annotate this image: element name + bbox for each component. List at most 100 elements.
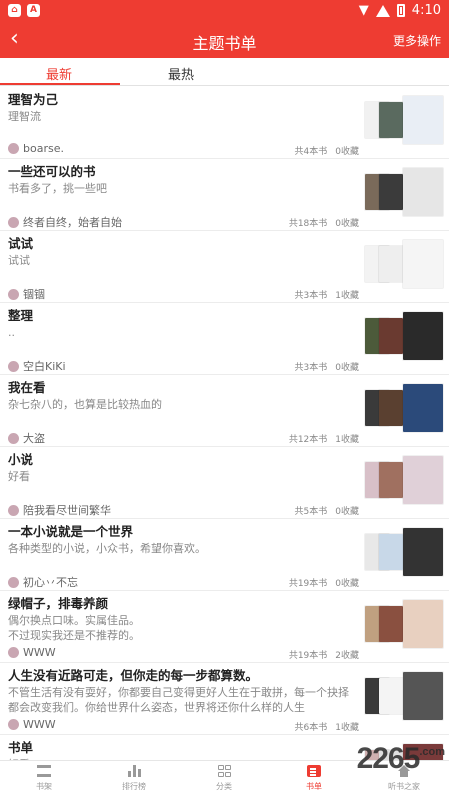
booklist-item[interactable]: 绿帽子，排毒养颜偶尔换点口味。实属佳品。 不过现实我还是不推荐的。 WWW 共19本…: [0, 591, 449, 663]
book-cover: [403, 600, 443, 648]
author-name: 初心丷不忘: [23, 576, 78, 589]
notification-icon: ⌂: [8, 4, 21, 17]
booklist-author[interactable]: 锢锢: [8, 286, 45, 302]
book-count: 共19本书: [288, 651, 328, 661]
booklist-item[interactable]: 人生没有近路可走，但你走的每一步都算数。不管生活有没有耍好，你都要自己变得更好人…: [0, 663, 449, 735]
booklist-item[interactable]: 整理.. 空白KiKi 共3本书 0收藏: [0, 303, 449, 375]
booklist-author[interactable]: 初心丷不忘: [8, 574, 78, 590]
booklist-description: 试试: [8, 254, 30, 267]
booklist-description: 不管生活有没有耍好，你都要自己变得更好人生在于敢拼，每一个抉择都会改变我们。你给…: [8, 686, 349, 714]
booklist-item[interactable]: 小说好看陪我看尽世间繁华 共5本书 0收藏: [0, 447, 449, 519]
booklist-item[interactable]: 一本小说就是一个世界 各种类型的小说，小众书，希望你喜欢。 初心丷不忘 共19本书 0收…: [0, 519, 449, 591]
more-actions-button[interactable]: 更多操作: [393, 32, 441, 49]
booklist-meta: 共18本书 0收藏: [289, 216, 359, 229]
booklist-title: 小说: [8, 452, 34, 467]
book-count: 共3本书: [294, 363, 328, 373]
booklist-description: 偶尔换点口味。实属佳品。 不过现实我还是不推荐的。: [8, 614, 140, 642]
grid-icon: [217, 765, 231, 777]
watermark-text: 2265: [356, 742, 421, 775]
nav-label: 书架: [36, 782, 52, 791]
book-cover: [379, 318, 403, 354]
watermark-suffix: .com: [419, 746, 445, 758]
booklist-author[interactable]: 陪我看尽世间繁华: [8, 502, 111, 518]
book-count: 共3本书: [294, 291, 328, 301]
status-right: ▼ 4:10: [359, 3, 441, 18]
favorite-count: 0收藏: [335, 363, 359, 373]
wifi-icon: ▼: [358, 3, 369, 18]
booklist-item[interactable]: 一些还可以的书 书看多了，挑一些吧终者自终，始者自始 共18本书 0收藏: [0, 159, 449, 231]
booklist-title: 试试: [8, 236, 34, 251]
book-count: 共18本书: [288, 219, 328, 229]
status-time: 4:10: [411, 3, 441, 18]
booklist-title: 一些还可以的书: [8, 164, 96, 179]
book-cover: [379, 174, 403, 210]
book-cover: [403, 672, 443, 720]
booklist-item[interactable]: 试试 试试 锢锢 共3本书 1收藏: [0, 231, 449, 303]
booklist-meta: 共5本书 0收藏: [295, 504, 359, 517]
nav-booklist[interactable]: 书单: [284, 765, 344, 792]
avatar: [8, 143, 19, 154]
booklist-author[interactable]: boarse.: [8, 142, 64, 155]
nav-rankings[interactable]: 排行榜: [104, 765, 164, 792]
book-count: 共12本书: [288, 435, 328, 445]
tab-hottest[interactable]: 最热: [168, 64, 194, 83]
signal-icon: [375, 4, 390, 17]
book-count: 共5本书: [294, 507, 328, 517]
booklist-title: 我在看: [8, 380, 46, 395]
booklist-author[interactable]: WWW: [8, 718, 56, 731]
booklist-item[interactable]: 我在看杂七杂八的，也算是比较热血的大盗 共12本书 1收藏: [0, 375, 449, 447]
avatar: [8, 360, 19, 372]
booklist-description: 各种类型的小说，小众书，希望你喜欢。: [8, 542, 206, 555]
battery-icon: [396, 4, 405, 17]
booklist-title: 整理: [8, 308, 34, 323]
avatar: [8, 504, 19, 516]
chart-bars-icon: [127, 765, 141, 777]
booklist-meta: 共6本书 1收藏: [295, 720, 359, 733]
booklist-title: 人生没有近路可走，但你走的每一步都算数。: [8, 668, 259, 683]
nav-bookshelf[interactable]: 书架: [14, 765, 74, 792]
status-left-icons: ⌂ A: [8, 4, 40, 17]
favorite-count: 0收藏: [335, 579, 359, 589]
favorite-count: 1收藏: [335, 723, 359, 733]
booklist-meta: 共4本书 0收藏: [295, 144, 359, 157]
page-title: 主题书单: [192, 34, 257, 53]
booklist-description: 书看多了，挑一些吧: [8, 182, 107, 195]
book-cover: [379, 462, 403, 498]
book-cover: [403, 96, 443, 144]
book-covers: [365, 600, 443, 648]
tab-newest[interactable]: 最新: [46, 64, 72, 83]
booklist-description: 杂七杂八的，也算是比较热血的: [8, 398, 162, 411]
author-name: boarse.: [23, 142, 64, 155]
booklist-item[interactable]: 理智为己 理智流 boarse. 共4本书 0收藏: [0, 87, 449, 159]
nav-category[interactable]: 分类: [194, 765, 254, 792]
site-watermark: 2265.com: [357, 742, 445, 776]
book-covers: [365, 96, 443, 144]
booklist-title: 绿帽子，排毒养颜: [8, 596, 109, 611]
book-cover: [403, 312, 443, 360]
author-name: 大盗: [23, 432, 45, 445]
book-cover: [379, 606, 403, 642]
avatar: [8, 288, 19, 300]
author-name: 陪我看尽世间繁华: [23, 504, 111, 517]
booklist-author[interactable]: 空白KiKi: [8, 358, 66, 374]
booklist-author[interactable]: 大盗: [8, 430, 45, 446]
booklist-description: 好看: [8, 470, 30, 483]
booklist-author[interactable]: 终者自终，始者自始: [8, 214, 122, 230]
book-cover: [403, 168, 443, 216]
bookshelf-icon: [37, 765, 51, 777]
nav-label: 分类: [216, 782, 232, 791]
book-count: 共4本书: [294, 147, 328, 157]
avatar: [8, 216, 19, 228]
booklist-meta: 共3本书 1收藏: [295, 288, 359, 301]
book-cover: [403, 456, 443, 504]
author-name: WWW: [23, 718, 56, 731]
book-covers: [365, 528, 443, 576]
booklist-description: ..: [8, 326, 15, 339]
favorite-count: 1收藏: [335, 435, 359, 445]
booklist-author[interactable]: WWW: [8, 646, 56, 659]
book-cover: [379, 534, 403, 570]
nav-label: 书单: [306, 782, 322, 791]
nav-label: 排行榜: [122, 782, 146, 791]
favorite-count: 1收藏: [335, 291, 359, 301]
book-covers: [365, 456, 443, 504]
